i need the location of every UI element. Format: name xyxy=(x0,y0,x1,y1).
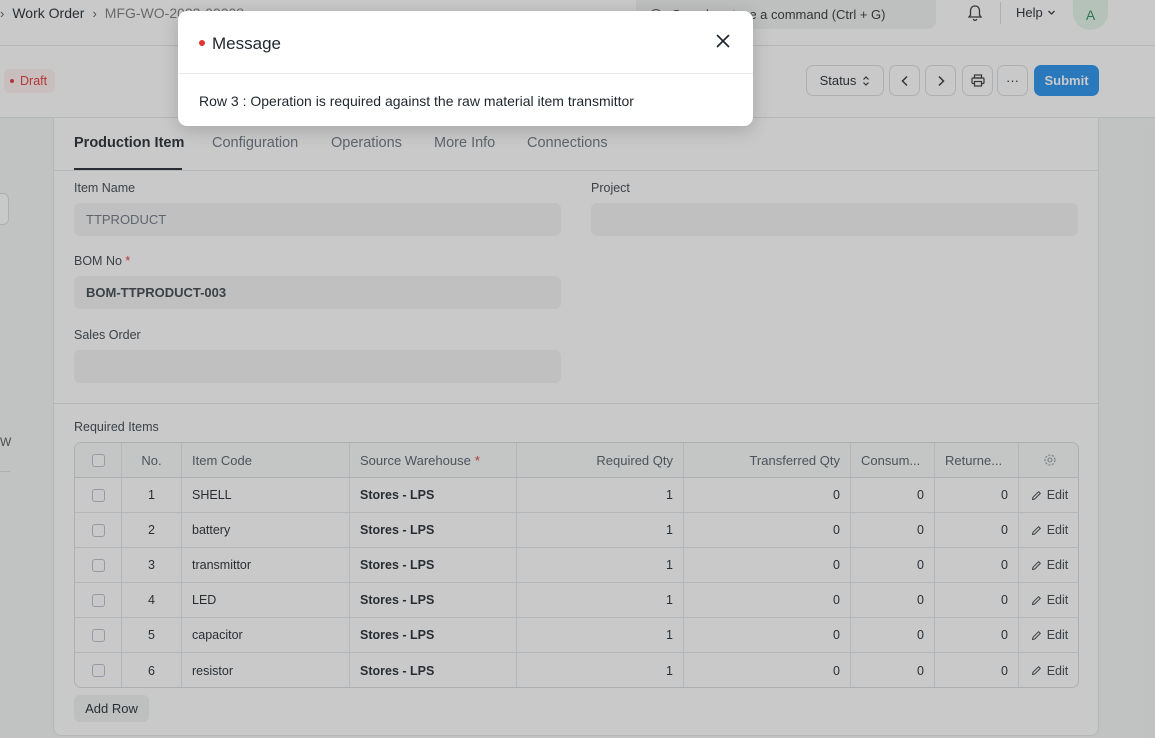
dialog-title: Message xyxy=(212,34,281,53)
dialog-header: Message xyxy=(178,11,753,74)
close-icon[interactable] xyxy=(714,32,732,50)
indicator-dot xyxy=(199,40,205,46)
message-dialog: Message Row 3 : Operation is required ag… xyxy=(178,11,753,126)
dialog-message: Row 3 : Operation is required against th… xyxy=(199,93,634,109)
